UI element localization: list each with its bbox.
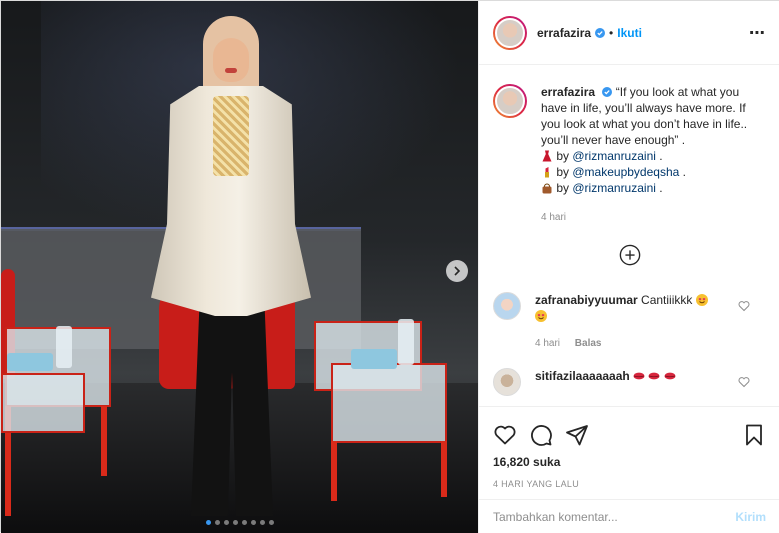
avatar[interactable] bbox=[493, 84, 527, 118]
credit-suffix: . bbox=[659, 149, 663, 163]
separator-dot: • bbox=[609, 25, 614, 40]
post-modal: errafazira • Ikuti ⋯ errafazira “If you … bbox=[0, 0, 779, 533]
credit-prefix: by bbox=[556, 181, 570, 195]
post-details-panel: errafazira • Ikuti ⋯ errafazira “If you … bbox=[478, 1, 779, 533]
heart-eyes-emoji-icon bbox=[695, 294, 708, 306]
heart-eyes-emoji-icon bbox=[535, 310, 547, 322]
lipstick-emoji-icon bbox=[541, 165, 553, 179]
caption-time: 4 hari bbox=[541, 212, 567, 223]
comments-section[interactable]: errafazira “If you look at what you have… bbox=[479, 66, 779, 406]
comment-item: zafranabiyyuumar Cantiiikkk 4 hari Balas bbox=[493, 292, 766, 352]
reply-button[interactable]: Balas bbox=[575, 338, 602, 349]
comment-text: Cantiiikkk bbox=[641, 293, 693, 307]
comment-meta: 4 hari Balas bbox=[535, 336, 755, 352]
comment-username[interactable]: zafranabiyyuumar bbox=[535, 293, 638, 307]
comment-time: 4 hari bbox=[535, 338, 561, 349]
credit-suffix: . bbox=[659, 181, 663, 195]
avatar[interactable] bbox=[493, 368, 521, 396]
comment-body: sitifazilaaaaaaah bbox=[535, 368, 755, 384]
trousers bbox=[191, 311, 273, 516]
verified-badge-icon bbox=[595, 27, 606, 38]
comment-input[interactable] bbox=[493, 509, 736, 524]
post-caption: errafazira “If you look at what you have… bbox=[493, 84, 766, 226]
likes-count[interactable]: 16,820 suka bbox=[493, 455, 766, 469]
carousel-dot bbox=[232, 520, 238, 525]
post-actions: 16,820 suka 4 HARI YANG LALU bbox=[479, 406, 779, 489]
face bbox=[213, 38, 249, 82]
credit-line: by @rizmanruzaini . bbox=[541, 148, 766, 164]
sanitizer-bottle bbox=[398, 319, 414, 365]
comment-icon[interactable] bbox=[529, 423, 553, 447]
mention-link[interactable]: @makeupbydeqsha bbox=[572, 165, 679, 179]
username-link[interactable]: errafazira bbox=[537, 26, 591, 40]
sequin-top bbox=[213, 96, 249, 176]
carousel-dot bbox=[241, 520, 247, 525]
comment-username[interactable]: sitifazilaaaaaaah bbox=[535, 369, 630, 383]
mask-box bbox=[351, 349, 397, 369]
carousel-dot bbox=[205, 520, 211, 525]
carousel-dot bbox=[268, 520, 274, 525]
lips-emoji-icon bbox=[648, 372, 660, 380]
action-icons bbox=[493, 415, 766, 455]
carousel-indicator bbox=[1, 520, 478, 525]
dress-emoji-icon bbox=[541, 149, 553, 163]
judge-desk-front-right bbox=[331, 363, 447, 443]
desk-leg bbox=[441, 441, 447, 497]
verified-badge-icon bbox=[602, 87, 613, 97]
desk-leg bbox=[331, 441, 337, 501]
carousel-dot bbox=[259, 520, 265, 525]
lips-emoji-icon bbox=[633, 372, 645, 380]
mention-link[interactable]: @rizmanruzaini bbox=[572, 149, 656, 163]
like-comment-heart-icon[interactable] bbox=[738, 376, 750, 388]
caption-body: errafazira “If you look at what you have… bbox=[541, 84, 766, 226]
like-comment-heart-icon[interactable] bbox=[738, 300, 750, 312]
credit-line: by @makeupbydeqsha . bbox=[541, 164, 766, 180]
credit-prefix: by bbox=[556, 149, 570, 163]
credit-suffix: . bbox=[682, 165, 686, 179]
post-header: errafazira • Ikuti ⋯ bbox=[479, 1, 779, 65]
heart-icon[interactable] bbox=[493, 423, 517, 447]
comment-item: sitifazilaaaaaaah bbox=[493, 368, 766, 396]
mention-link[interactable]: @rizmanruzaini bbox=[572, 181, 656, 195]
woman-figure bbox=[151, 16, 311, 516]
carousel-next-button[interactable] bbox=[446, 260, 468, 282]
lips bbox=[225, 68, 237, 73]
sanitizer-bottle bbox=[56, 326, 72, 368]
follow-button[interactable]: Ikuti bbox=[617, 26, 642, 40]
carousel-dot bbox=[223, 520, 229, 525]
credit-line: by @rizmanruzaini . bbox=[541, 180, 766, 196]
post-date[interactable]: 4 HARI YANG LALU bbox=[493, 479, 766, 489]
credit-prefix: by bbox=[556, 165, 570, 179]
mask-box bbox=[7, 353, 53, 371]
caption-username[interactable]: errafazira bbox=[541, 85, 595, 99]
carousel-dot bbox=[214, 520, 220, 525]
add-comment-bar: Kirim bbox=[479, 499, 779, 533]
post-image[interactable] bbox=[1, 1, 478, 533]
share-icon[interactable] bbox=[565, 423, 589, 447]
credits-list: by @rizmanruzaini . by @makeupbydeqsha .… bbox=[541, 148, 766, 196]
avatar[interactable] bbox=[493, 15, 527, 50]
carousel-dot bbox=[250, 520, 256, 525]
post-comment-button[interactable]: Kirim bbox=[735, 510, 766, 524]
bookmark-icon[interactable] bbox=[742, 423, 766, 447]
plus-circle-icon bbox=[619, 244, 640, 266]
more-options-icon[interactable]: ⋯ bbox=[749, 23, 766, 43]
lips-emoji-icon bbox=[664, 372, 676, 380]
judge-desk-front-left bbox=[1, 373, 85, 433]
comment-body: zafranabiyyuumar Cantiiikkk 4 hari Balas bbox=[535, 292, 755, 352]
load-more-comments-button[interactable] bbox=[493, 244, 766, 266]
chevron-right-icon bbox=[454, 266, 461, 276]
handbag-emoji-icon bbox=[541, 181, 553, 195]
desk-leg bbox=[101, 406, 107, 476]
avatar[interactable] bbox=[493, 292, 521, 320]
